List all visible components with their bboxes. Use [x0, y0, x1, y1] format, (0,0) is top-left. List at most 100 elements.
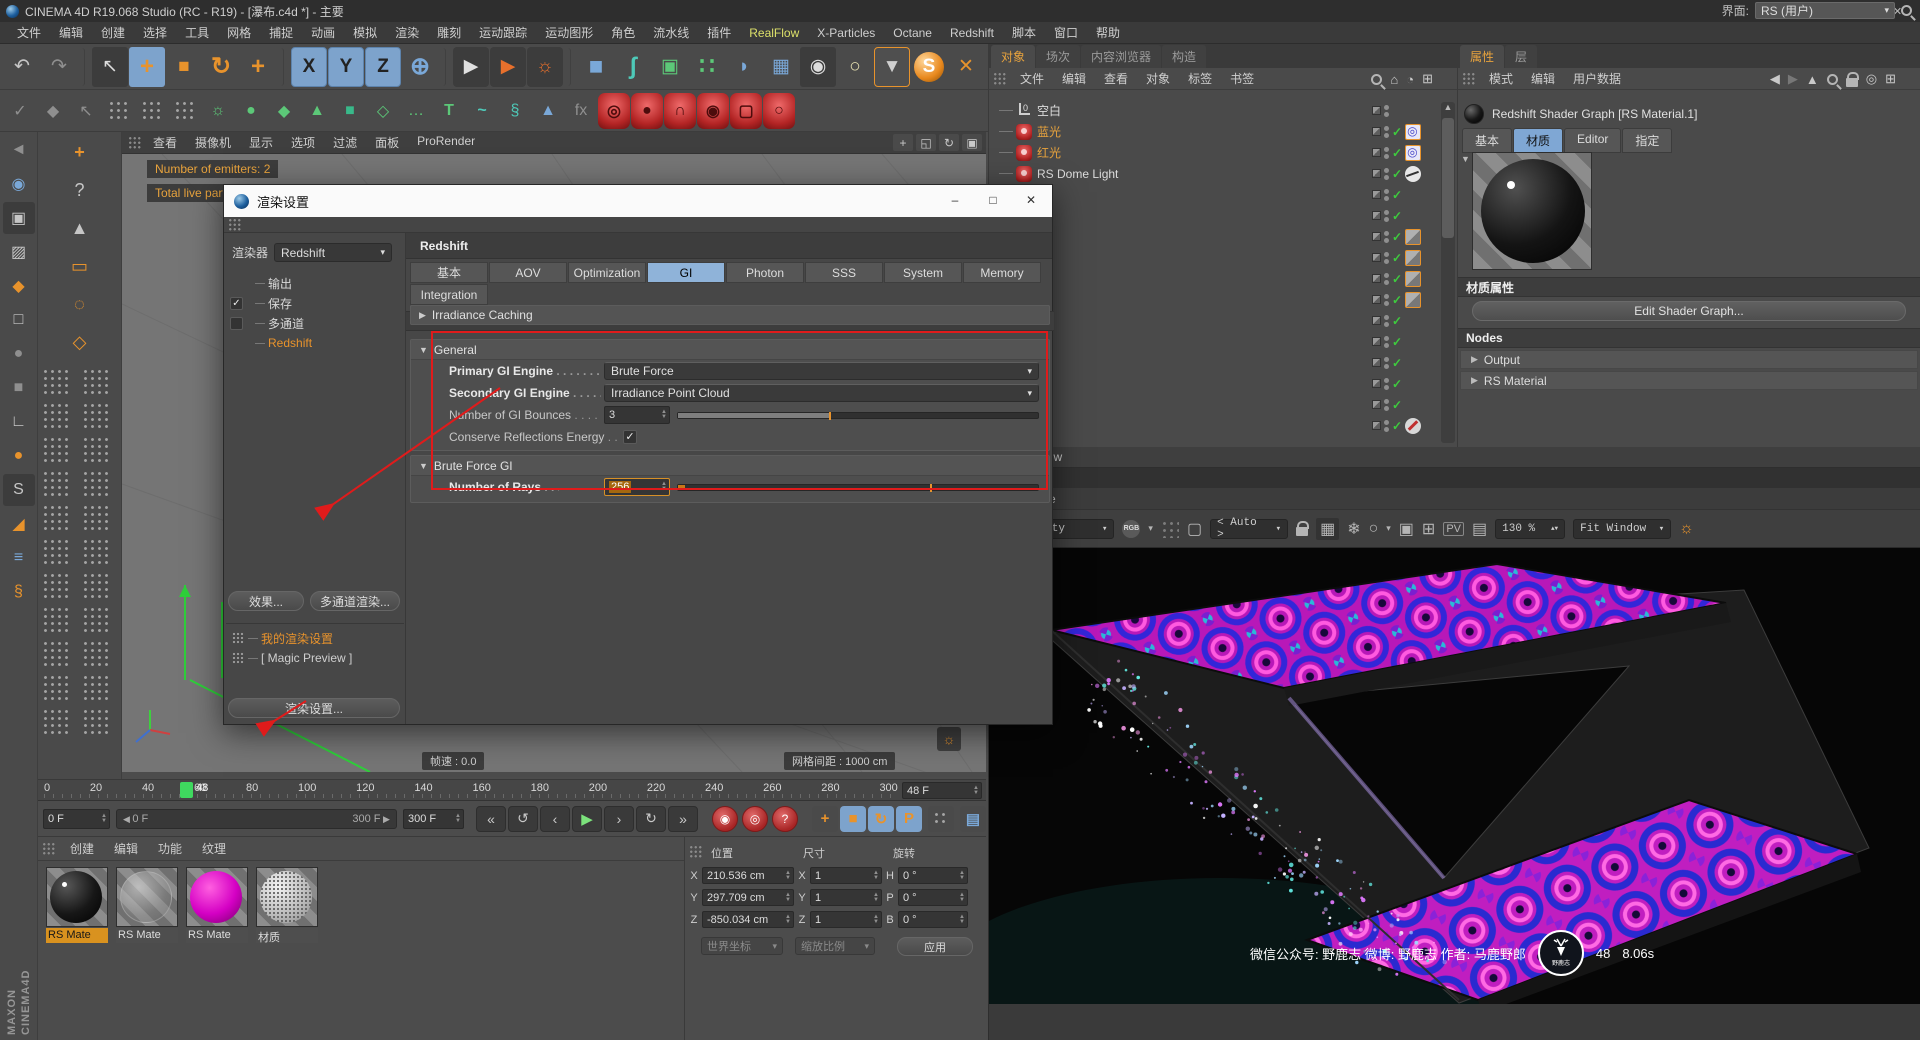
object-row[interactable]: ✓: [989, 184, 1438, 205]
xp-generator-icon[interactable]: ▲: [301, 93, 333, 129]
size-z-field[interactable]: 1 ▲ ▼: [810, 911, 882, 928]
globe-icon[interactable]: ◉: [3, 168, 35, 200]
material-swatch[interactable]: RS Mate: [46, 867, 108, 943]
material-menu-item[interactable]: 纹理: [192, 840, 236, 857]
settings-tab[interactable]: Integration: [410, 284, 488, 305]
secondary-gi-select[interactable]: Irradiance Point Cloud ▾: [604, 384, 1039, 402]
prev-frame-icon[interactable]: ‹: [540, 805, 570, 832]
render-view-title[interactable]: RenderView: [989, 447, 1920, 468]
rs-proxy-icon[interactable]: ▼: [874, 46, 910, 87]
node-row[interactable]: ▶ Output: [1460, 350, 1918, 369]
palette-placeholder-icon[interactable]: [41, 436, 72, 466]
layer-square-icon[interactable]: [1372, 316, 1381, 325]
spline-pen-icon[interactable]: ʃ: [615, 47, 651, 87]
expand-arrow-icon[interactable]: ▶: [1471, 354, 1478, 365]
visibility-dots-icon[interactable]: [1384, 231, 1389, 243]
menu-item[interactable]: RealFlow: [740, 26, 808, 40]
search-icon[interactable]: [1901, 5, 1912, 16]
object-row[interactable]: ✓: [989, 352, 1438, 373]
play-icon[interactable]: ▶: [572, 805, 602, 832]
mograph-cloner-icon[interactable]: ∷: [689, 47, 725, 87]
lasso-select-icon[interactable]: ◌: [62, 286, 98, 322]
text-object-icon[interactable]: T: [433, 93, 465, 129]
pan-view-icon[interactable]: +: [893, 134, 913, 151]
attribute-sub-tab[interactable]: 指定: [1622, 128, 1673, 153]
goto-start-icon[interactable]: «: [476, 805, 506, 832]
settings-tab[interactable]: Optimization: [568, 262, 646, 283]
gi-bounces-field[interactable]: 3 ▲ ▼: [604, 406, 670, 424]
paint-bucket-icon[interactable]: ◢: [3, 508, 35, 540]
settings-tab[interactable]: Memory: [963, 262, 1041, 283]
settings-tree-item[interactable]: 保存: [224, 293, 404, 313]
xp-system-icon[interactable]: ●: [235, 93, 267, 129]
palette-placeholder-icon[interactable]: [81, 606, 112, 636]
visibility-dots-icon[interactable]: [1384, 315, 1389, 327]
key-parameter-icon[interactable]: P: [896, 805, 922, 832]
palette-placeholder-icon[interactable]: [81, 470, 112, 500]
poly-select-icon[interactable]: ◇: [62, 324, 98, 360]
viewport-menu-item[interactable]: 面板: [366, 134, 408, 151]
menu-item[interactable]: 角色: [602, 24, 644, 41]
visibility-dots-icon[interactable]: [1384, 399, 1389, 411]
object-row[interactable]: 红光 ✓: [989, 142, 1438, 163]
toggle-view-icon[interactable]: ▣: [962, 134, 982, 151]
object-tag-icon[interactable]: [1405, 270, 1422, 287]
workplane-icon[interactable]: ◆: [3, 270, 35, 302]
snap-icon[interactable]: S: [2, 474, 35, 506]
floor-object-icon[interactable]: ▦: [763, 47, 799, 87]
rotation-p-field[interactable]: 0 ° ▲ ▼: [898, 889, 968, 906]
object-row[interactable]: ✓: [989, 268, 1438, 289]
object-row[interactable]: RS Dome Light ✓: [989, 163, 1438, 184]
sep[interactable]: [564, 47, 571, 86]
collapse-arrow-icon[interactable]: ▼: [419, 461, 428, 471]
menu-item[interactable]: 窗口: [1045, 24, 1087, 41]
palette-placeholder-icon[interactable]: [81, 504, 112, 534]
brute-force-group-header[interactable]: ▼ Brute Force GI: [411, 456, 1049, 476]
settings-tab[interactable]: Photon: [726, 262, 804, 283]
image-add-icon[interactable]: ⊞: [1422, 519, 1435, 539]
layer-square-icon[interactable]: [1372, 400, 1381, 409]
next-key-icon[interactable]: ↻: [636, 805, 666, 832]
points-mode-icon[interactable]: ●: [3, 338, 35, 370]
dither-icon[interactable]: [1160, 519, 1179, 538]
goto-end-icon[interactable]: »: [668, 805, 698, 832]
crop-icon[interactable]: ▢: [1187, 519, 1202, 539]
object-tag-icon[interactable]: [1405, 249, 1422, 266]
xp-object-icon[interactable]: ✕: [948, 47, 984, 87]
viewport-menu-item[interactable]: 查看: [144, 134, 186, 151]
lock-x-icon[interactable]: X: [291, 46, 327, 87]
palette-placeholder-icon[interactable]: [81, 572, 112, 602]
snap-b-icon[interactable]: [136, 93, 168, 129]
menu-item[interactable]: 脚本: [1003, 24, 1045, 41]
layer-square-icon[interactable]: [1372, 295, 1381, 304]
object-tag-icon[interactable]: [1405, 123, 1422, 140]
visibility-dots-icon[interactable]: [1384, 105, 1389, 117]
attribute-sub-tab[interactable]: Editor: [1564, 128, 1622, 153]
collapsed-group-header[interactable]: ▶ Irradiance Caching: [410, 305, 1050, 325]
key-position-icon[interactable]: +: [812, 805, 838, 832]
dialog-close-button[interactable]: ✕: [1012, 185, 1050, 215]
menu-item[interactable]: 模拟: [344, 24, 386, 41]
object-tag-icon[interactable]: [1405, 208, 1421, 224]
object-tag-icon[interactable]: [1405, 187, 1421, 203]
material-swatch[interactable]: 材质: [256, 867, 318, 943]
layer-square-icon[interactable]: [1372, 337, 1381, 346]
render-settings-popup-button[interactable]: 渲染设置...: [228, 698, 400, 718]
expand-arrow-icon[interactable]: ▶: [1471, 375, 1478, 386]
xp-fx-icon[interactable]: fx: [565, 93, 597, 129]
rotate-view-icon[interactable]: ↻: [939, 134, 959, 151]
object-manager-tab[interactable]: 构造: [1162, 45, 1207, 68]
xp-modifier-icon[interactable]: ◆: [268, 93, 300, 129]
palette-placeholder-icon[interactable]: [41, 708, 72, 738]
primary-gi-select[interactable]: Brute Force ▾: [604, 362, 1039, 380]
eye-icon[interactable]: ◔: [1406, 72, 1414, 87]
bucket-select[interactable]: < Auto > ▾: [1210, 517, 1289, 541]
object-tag-icon[interactable]: [1405, 417, 1422, 434]
rotate-tool-icon[interactable]: ↻: [203, 47, 239, 87]
enable-axis-icon[interactable]: ●: [3, 440, 35, 472]
render-preset-item[interactable]: [ Magic Preview ]: [226, 648, 404, 668]
visibility-dots-icon[interactable]: [1384, 378, 1389, 390]
attribute-sub-tab[interactable]: 基本: [1462, 128, 1513, 153]
settings-tab[interactable]: System: [884, 262, 962, 283]
xp-emitter-icon[interactable]: ☼: [202, 93, 234, 129]
